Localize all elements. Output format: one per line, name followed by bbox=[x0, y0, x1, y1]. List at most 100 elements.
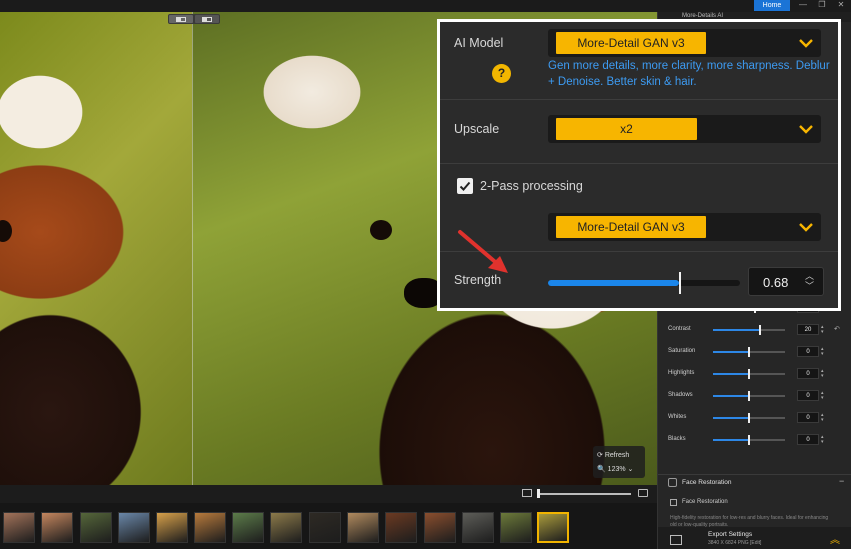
filmstrip-thumbnail[interactable] bbox=[424, 512, 456, 543]
filmstrip-thumbnail[interactable] bbox=[347, 512, 379, 543]
filmstrip-thumbnail[interactable] bbox=[80, 512, 112, 543]
before-image bbox=[0, 12, 192, 485]
adjustment-slider[interactable] bbox=[713, 413, 785, 423]
adjustment-label: Contrast bbox=[668, 326, 691, 332]
filmstrip-thumbnail[interactable] bbox=[194, 512, 226, 543]
stepper-icon[interactable]: ▴▾ bbox=[821, 391, 824, 401]
refresh-button[interactable]: ⟳ Refresh bbox=[597, 451, 629, 459]
ai-model-section: AI Model More-Detail GAN v3 ? Gen more d… bbox=[440, 22, 838, 100]
strength-input[interactable]: 0.68 ︿ ﹀ bbox=[748, 267, 824, 296]
filmstrip-thumbnail[interactable] bbox=[270, 512, 302, 543]
home-button[interactable]: Home bbox=[754, 0, 790, 11]
compare-divider[interactable] bbox=[192, 12, 193, 485]
collapse-icon[interactable]: − bbox=[839, 476, 844, 486]
adjustment-row-shadows: Shadows 0 ▴ ▾ bbox=[668, 390, 848, 402]
two-pass-label: 2-Pass processing bbox=[480, 179, 583, 193]
trash-icon[interactable] bbox=[638, 489, 648, 497]
stepper-icon[interactable]: ︿ ﹀ bbox=[805, 271, 814, 291]
zoom-select[interactable]: 🔍 123% ⌄ bbox=[597, 465, 633, 473]
compare-mode-toggle[interactable] bbox=[168, 14, 220, 24]
adjustment-value[interactable]: 0 bbox=[797, 412, 819, 423]
filmstrip-thumbnail[interactable] bbox=[462, 512, 494, 543]
stepper-icon[interactable]: ▴▾ bbox=[821, 435, 824, 445]
adjustment-value[interactable]: 0 bbox=[797, 346, 819, 357]
upscale-section: Upscale x2 bbox=[440, 100, 838, 164]
two-pass-model-dropdown[interactable]: More-Detail GAN v3 bbox=[548, 213, 821, 241]
adjustment-slider[interactable] bbox=[713, 347, 785, 357]
adjustment-value[interactable]: 0 bbox=[797, 368, 819, 379]
adjustment-row-whites: Whites 0 ▴ ▾ bbox=[668, 412, 848, 424]
app-window: Home — ❐ ✕ ⟳ Refresh 🔍 123% ⌄ More-Detai… bbox=[0, 0, 851, 549]
adjustment-slider[interactable] bbox=[713, 435, 785, 445]
thumbnail-size-knob[interactable] bbox=[537, 489, 540, 498]
after-eye bbox=[370, 220, 392, 240]
adjustment-slider-fill bbox=[713, 373, 749, 375]
ai-model-value: More-Detail GAN v3 bbox=[556, 32, 706, 54]
stepper-icon[interactable]: ▴▾ bbox=[821, 347, 824, 357]
minimize-icon[interactable]: — bbox=[796, 0, 810, 11]
face-restoration-checkbox[interactable] bbox=[670, 499, 677, 506]
adjustment-slider-knob[interactable] bbox=[758, 325, 761, 335]
adjustment-slider[interactable] bbox=[713, 369, 785, 379]
refresh-label: Refresh bbox=[604, 452, 630, 459]
filmstrip bbox=[0, 503, 657, 549]
ai-model-description: Gen more details, more clarity, more sha… bbox=[548, 60, 830, 88]
filmstrip-thumbnail[interactable] bbox=[41, 512, 73, 543]
annotation-arrow-icon bbox=[458, 230, 508, 273]
export-settings-bar[interactable]: Export Settings 3840 X 6824 PNG [Edit] ︽ bbox=[658, 527, 851, 549]
chevron-down-icon bbox=[799, 223, 813, 232]
adjustment-row-contrast: Contrast 20 ▴ ▾ ↶ bbox=[668, 324, 848, 336]
adjustment-label: Highlights bbox=[668, 370, 695, 376]
face-restoration-section: Face Restoration − Face Restoration High… bbox=[658, 474, 851, 534]
two-pass-checkbox[interactable] bbox=[457, 178, 473, 194]
upscale-value: x2 bbox=[556, 118, 697, 140]
strength-slider[interactable] bbox=[548, 272, 740, 294]
adjustment-slider-knob[interactable] bbox=[748, 347, 750, 357]
stepper-icon[interactable]: ▴▾ bbox=[821, 325, 824, 335]
chevron-down-icon bbox=[799, 39, 813, 48]
adjustment-slider[interactable] bbox=[713, 391, 785, 401]
split-view-icon[interactable] bbox=[169, 15, 193, 23]
adjustment-slider-knob[interactable] bbox=[748, 391, 750, 401]
upscale-label: Upscale bbox=[454, 122, 500, 136]
export-subtitle: 3840 X 6824 PNG [Edit] bbox=[708, 540, 762, 546]
strength-value: 0.68 bbox=[763, 275, 789, 290]
expand-up-icon[interactable]: ︽ bbox=[830, 531, 840, 546]
adjustment-value[interactable]: 0 bbox=[797, 434, 819, 445]
filmstrip-thumbnail[interactable] bbox=[309, 512, 341, 543]
thumbnail-size-slider[interactable] bbox=[537, 493, 631, 495]
filmstrip-thumbnail[interactable] bbox=[232, 512, 264, 543]
adjustment-value[interactable]: 20 bbox=[797, 324, 819, 335]
stepper-icon[interactable]: ▴▾ bbox=[821, 413, 824, 423]
checkmark-icon bbox=[459, 181, 471, 191]
adjustment-slider-knob[interactable] bbox=[748, 369, 750, 379]
filmstrip-thumbnail[interactable] bbox=[385, 512, 417, 543]
filmstrip-thumbnail[interactable] bbox=[156, 512, 188, 543]
zoom-value: 123% bbox=[607, 466, 626, 473]
adjustment-row-highlights: Highlights 0 ▴ ▾ bbox=[668, 368, 848, 380]
adjustment-slider-knob[interactable] bbox=[748, 413, 750, 423]
close-icon[interactable]: ✕ bbox=[834, 0, 848, 11]
adjustment-slider-fill bbox=[713, 395, 749, 397]
undo-icon[interactable]: ↶ bbox=[834, 325, 840, 333]
upscale-dropdown[interactable]: x2 bbox=[548, 115, 821, 143]
adjustment-value[interactable]: 0 bbox=[797, 390, 819, 401]
adjustment-slider[interactable] bbox=[713, 325, 785, 335]
filmstrip-thumbnail[interactable] bbox=[500, 512, 532, 543]
ai-model-dropdown[interactable]: More-Detail GAN v3 bbox=[548, 29, 821, 57]
export-icon bbox=[670, 535, 682, 545]
help-icon[interactable]: ? bbox=[492, 64, 511, 83]
face-restoration-label: Face Restoration bbox=[682, 499, 728, 505]
stepper-icon[interactable]: ▴▾ bbox=[821, 369, 824, 379]
strength-slider-knob[interactable] bbox=[678, 272, 681, 294]
maximize-icon[interactable]: ❐ bbox=[815, 0, 829, 11]
filmstrip-thumbnail[interactable] bbox=[118, 512, 150, 543]
filmstrip-thumbnail[interactable] bbox=[3, 512, 35, 543]
adjustment-slider-fill bbox=[713, 329, 760, 331]
filmstrip-thumbnail[interactable] bbox=[537, 512, 569, 543]
adjustment-slider-fill bbox=[713, 439, 749, 441]
image-icon[interactable] bbox=[522, 489, 532, 497]
side-by-side-icon[interactable] bbox=[195, 15, 219, 23]
adjustment-slider-knob[interactable] bbox=[748, 435, 750, 445]
chevron-down-icon bbox=[799, 125, 813, 134]
